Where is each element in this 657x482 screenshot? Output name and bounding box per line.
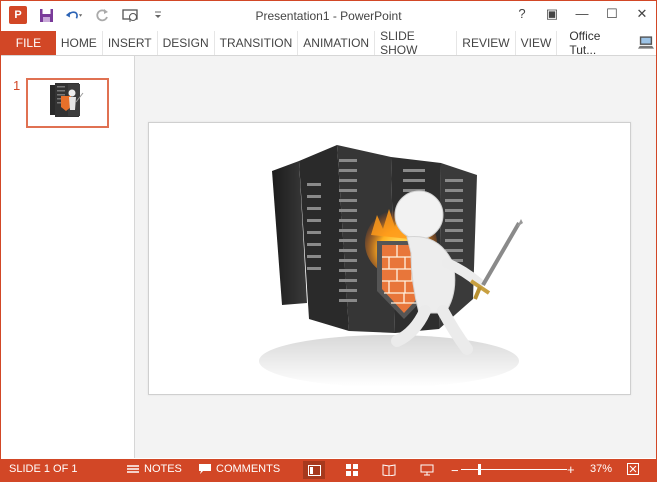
zoom-out-button[interactable]: − bbox=[451, 463, 459, 478]
save-icon[interactable] bbox=[37, 6, 55, 24]
redo-icon[interactable] bbox=[93, 6, 111, 24]
normal-view-icon bbox=[307, 464, 321, 476]
comments-icon bbox=[199, 463, 211, 474]
zoom-level-label: 37% bbox=[590, 463, 613, 475]
slide-canvas[interactable] bbox=[148, 122, 631, 395]
notes-button[interactable]: NOTES bbox=[127, 463, 182, 475]
minimize-button[interactable]: — bbox=[574, 6, 590, 22]
powerpoint-icon[interactable]: P bbox=[9, 6, 27, 24]
help-icon[interactable]: ? bbox=[514, 6, 530, 22]
fit-slide-icon bbox=[627, 463, 639, 475]
ribbon-tabs: FILE HOME INSERT DESIGN TRANSITION ANIMA… bbox=[1, 29, 656, 57]
thumbnail-number: 1 bbox=[13, 78, 21, 93]
slide-show-icon bbox=[420, 464, 434, 476]
undo-icon[interactable] bbox=[65, 6, 83, 24]
zoom-slider-track[interactable] bbox=[461, 469, 567, 470]
zoom-out-icon: − bbox=[451, 463, 459, 478]
account-avatar-icon[interactable] bbox=[637, 33, 656, 53]
slide-sorter-view-button[interactable] bbox=[341, 461, 363, 479]
zoom-in-icon: + bbox=[567, 462, 575, 477]
account-name[interactable]: Office Tut... bbox=[563, 29, 633, 57]
notes-icon bbox=[127, 465, 139, 473]
powerpoint-window: P Presentation1 - PowerPoint ? ▣ — ☐ ✕ F… bbox=[0, 0, 657, 482]
tab-animation[interactable]: ANIMATION bbox=[298, 31, 376, 55]
window-controls: ? ▣ — ☐ ✕ bbox=[514, 6, 650, 22]
tab-review[interactable]: REVIEW bbox=[457, 31, 516, 55]
reading-view-icon bbox=[382, 464, 396, 476]
tab-transition[interactable]: TRANSITION bbox=[215, 31, 299, 55]
ribbon-display-options-icon[interactable]: ▣ bbox=[544, 6, 560, 22]
tab-design[interactable]: DESIGN bbox=[158, 31, 215, 55]
tab-file[interactable]: FILE bbox=[1, 31, 56, 55]
slide-show-view-button[interactable] bbox=[416, 461, 438, 479]
close-button[interactable]: ✕ bbox=[634, 6, 650, 22]
zoom-slider-thumb[interactable] bbox=[478, 464, 481, 475]
slide-editing-area bbox=[135, 56, 656, 458]
slide-counter: SLIDE 1 OF 1 bbox=[9, 463, 77, 475]
customize-qat-icon[interactable] bbox=[149, 6, 167, 24]
quick-access-toolbar: P bbox=[9, 6, 167, 24]
tab-view[interactable]: VIEW bbox=[516, 31, 558, 55]
title-bar: P Presentation1 - PowerPoint ? ▣ — ☐ ✕ bbox=[1, 1, 656, 31]
notes-label: NOTES bbox=[144, 463, 182, 475]
tab-home[interactable]: HOME bbox=[56, 31, 103, 55]
comments-label: COMMENTS bbox=[216, 463, 281, 475]
slideshow-from-start-icon[interactable] bbox=[121, 6, 139, 24]
maximize-button[interactable]: ☐ bbox=[604, 6, 620, 22]
slide-thumbnail[interactable] bbox=[26, 78, 109, 128]
slide-thumbnail-pane: 1 bbox=[1, 56, 135, 458]
zoom-in-button[interactable]: + bbox=[567, 462, 575, 477]
tab-slide-show[interactable]: SLIDE SHOW bbox=[375, 29, 458, 57]
normal-view-button[interactable] bbox=[303, 461, 325, 479]
tab-insert[interactable]: INSERT bbox=[103, 31, 158, 55]
thumbnail-preview-image bbox=[50, 83, 84, 117]
zoom-level[interactable]: 37% bbox=[590, 463, 612, 475]
reading-view-button[interactable] bbox=[378, 461, 400, 479]
comments-button[interactable]: COMMENTS bbox=[199, 463, 280, 475]
slide-sorter-icon bbox=[346, 464, 358, 476]
firewall-server-illustration bbox=[259, 145, 523, 387]
slide-counter-label: SLIDE 1 OF 1 bbox=[9, 463, 78, 475]
fit-slide-button[interactable] bbox=[627, 463, 639, 475]
status-bar: SLIDE 1 OF 1 NOTES COMMENTS − + 37% bbox=[1, 459, 656, 481]
